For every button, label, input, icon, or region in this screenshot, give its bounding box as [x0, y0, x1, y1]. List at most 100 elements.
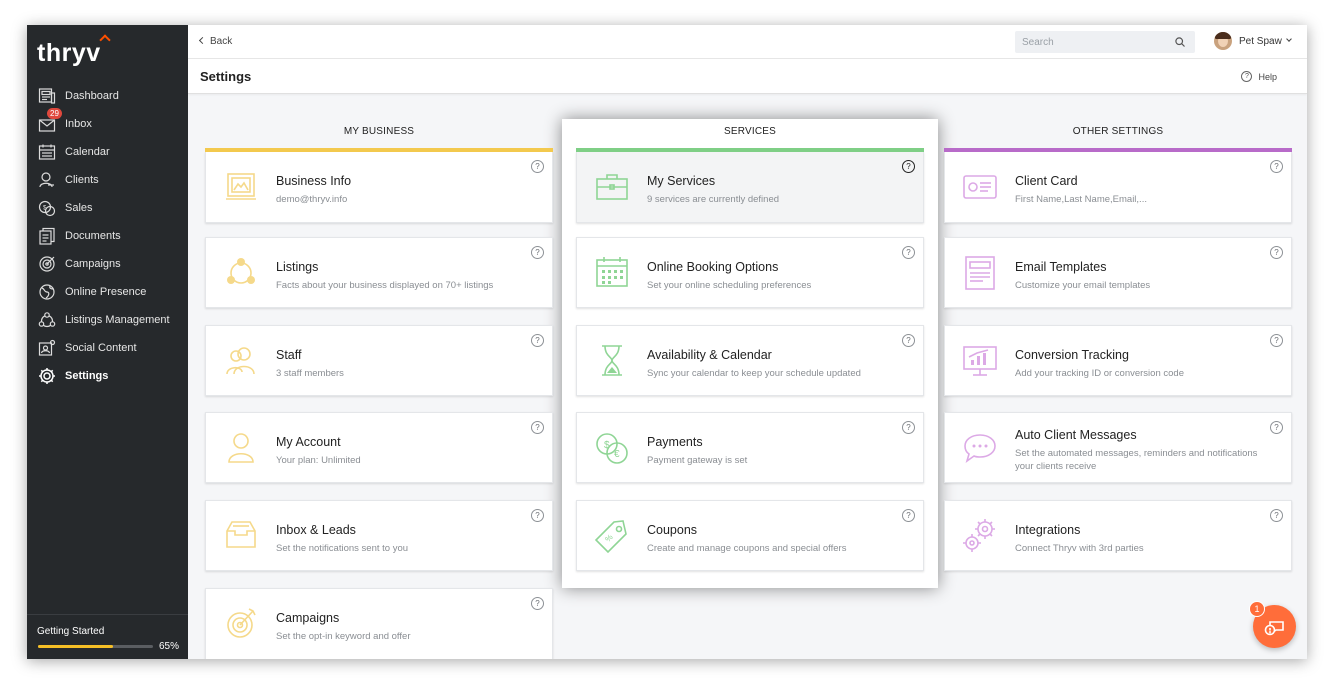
sidebar-item-label: Settings	[65, 370, 109, 382]
settings-card-integrations[interactable]: Integrations Connect Thryv with 3rd parti…	[944, 500, 1292, 571]
settings-card-coupons[interactable]: % Coupons Create and manage coupons and sp…	[576, 500, 924, 571]
card-description: Set the automated messages, reminders an…	[1015, 448, 1258, 472]
sidebar-item-settings[interactable]: Settings	[27, 362, 188, 390]
help-question-icon[interactable]: ?	[531, 160, 544, 173]
help-question-icon[interactable]: ?	[902, 246, 915, 259]
settings-card-my-account[interactable]: My Account Your plan: Unlimited?	[205, 412, 553, 483]
help-question-icon[interactable]: ?	[531, 421, 544, 434]
settings-card-payments[interactable]: $ € Payments Payment gateway is set?	[576, 412, 924, 483]
help-question-icon[interactable]: ?	[1270, 160, 1283, 173]
sidebar-item-listings-management[interactable]: Listings Management	[27, 306, 188, 334]
top-bar: Back Pet Spaw	[188, 25, 1307, 59]
help-question-icon[interactable]: ?	[1270, 509, 1283, 522]
chevron-left-icon	[198, 36, 207, 45]
settings-card-online-booking-options[interactable]: Online Booking Options Set your online sc…	[576, 237, 924, 308]
user-menu[interactable]: Pet Spaw	[1214, 32, 1292, 50]
page-header: Settings ? Help	[188, 59, 1307, 94]
card-title: Client Card	[1015, 174, 1078, 188]
help-question-icon[interactable]: ?	[902, 421, 915, 434]
card-description: Set the notifications sent to you	[276, 543, 409, 554]
sidebar-item-label: Documents	[65, 230, 121, 242]
sidebar-item-label: Online Presence	[65, 286, 147, 298]
settings-card-availability-calendar[interactable]: Availability & Calendar Sync your calenda…	[576, 325, 924, 396]
card-description: Sync your calendar to keep your schedule…	[647, 368, 861, 379]
inbox-icon: 29	[37, 108, 62, 134]
settings-card-business-info[interactable]: Business Info demo@thryv.info?	[205, 148, 553, 223]
account-icon	[221, 430, 261, 466]
settings-card-client-card[interactable]: Client Card First Name,Last Name,Email,..…	[944, 148, 1292, 223]
help-question-icon[interactable]: ?	[531, 334, 544, 347]
getting-started-progress-bar	[38, 645, 153, 648]
card-title: My Account	[276, 435, 341, 449]
help-question-icon[interactable]: ?	[1270, 246, 1283, 259]
help-question-icon[interactable]: ?	[902, 334, 915, 347]
documents-icon	[37, 226, 57, 246]
calendar-grid-icon	[592, 255, 632, 291]
card-title: Auto Client Messages	[1015, 428, 1137, 442]
column-heading-services: SERVICES	[724, 126, 776, 137]
settings-card-conversion-tracking[interactable]: Conversion Tracking Add your tracking ID …	[944, 325, 1292, 396]
settings-card-auto-client-messages[interactable]: Auto Client Messages Set the automated me…	[944, 412, 1292, 483]
chevron-down-icon	[1285, 36, 1292, 42]
help-question-icon[interactable]: ?	[531, 597, 544, 610]
getting-started-percent: 65%	[158, 641, 179, 652]
sidebar-item-campaigns[interactable]: Campaigns	[27, 250, 188, 278]
sidebar-item-sales[interactable]: $ Sales	[27, 194, 188, 222]
help-question-icon[interactable]: ?	[531, 509, 544, 522]
card-title: Business Info	[276, 174, 352, 188]
card-description: Set your online scheduling preferences	[647, 280, 812, 291]
card-title: Conversion Tracking	[1015, 348, 1129, 362]
card-description: Payment gateway is set	[647, 455, 748, 466]
sidebar-item-online-presence[interactable]: Online Presence	[27, 278, 188, 306]
coins-icon: $ €	[592, 430, 632, 466]
sidebar-item-clients[interactable]: Clients	[27, 166, 188, 194]
coupon-tag-icon: %	[592, 518, 632, 554]
back-button[interactable]: Back	[198, 36, 232, 47]
chat-notification-badge: 1	[1249, 601, 1265, 617]
card-title: Integrations	[1015, 523, 1081, 537]
campaigns-icon	[37, 254, 57, 274]
help-question-icon[interactable]: ?	[1270, 334, 1283, 347]
avatar	[1214, 32, 1232, 50]
search-icon[interactable]	[1175, 37, 1185, 47]
settings-card-inbox-leads[interactable]: Inbox & Leads Set the notifications sent …	[205, 500, 553, 571]
sidebar-nav: Dashboard 29 Inbox Calendar Clients $ Sa…	[27, 82, 188, 390]
card-description: Set the opt-in keyword and offer	[276, 631, 411, 642]
getting-started-label: Getting Started	[37, 626, 105, 637]
staff-icon	[221, 343, 261, 379]
help-question-icon[interactable]: ?	[531, 246, 544, 259]
thryv-logo[interactable]: thryv	[37, 34, 111, 68]
briefcase-icon	[592, 169, 632, 205]
help-question-icon[interactable]: ?	[902, 509, 915, 522]
search-input[interactable]	[1015, 31, 1195, 53]
help-button[interactable]: ? Help	[1241, 71, 1277, 82]
getting-started-progress-fill	[38, 645, 113, 648]
sidebar-item-dashboard[interactable]: Dashboard	[27, 82, 188, 110]
card-title: Availability & Calendar	[647, 348, 772, 362]
getting-started-panel[interactable]: Getting Started 65%	[27, 614, 188, 659]
hourglass-icon	[592, 343, 632, 379]
sidebar-item-documents[interactable]: Documents	[27, 222, 188, 250]
card-description: 3 staff members	[276, 368, 344, 379]
sidebar-item-inbox[interactable]: 29 Inbox	[27, 108, 188, 138]
column-accent-bar	[944, 148, 1292, 152]
settings-card-staff[interactable]: Staff 3 staff members?	[205, 325, 553, 396]
user-name: Pet Spaw	[1239, 35, 1282, 47]
settings-card-email-templates[interactable]: Email Templates Customize your email temp…	[944, 237, 1292, 308]
help-question-icon[interactable]: ?	[1270, 421, 1283, 434]
listings-icon	[37, 310, 57, 330]
client-card-icon	[960, 169, 1000, 205]
clients-icon	[37, 170, 57, 190]
sidebar-item-calendar[interactable]: Calendar	[27, 138, 188, 166]
settings-card-listings[interactable]: Listings Facts about your business displa…	[205, 237, 553, 308]
settings-card-campaigns[interactable]: Campaigns Set the opt-in keyword and offe…	[205, 588, 553, 659]
column-accent-bar	[205, 148, 553, 152]
card-title: Listings	[276, 260, 319, 274]
chat-icon	[1264, 620, 1284, 635]
sidebar-item-label: Clients	[65, 174, 99, 186]
settings-card-my-services[interactable]: My Services 9 services are currently defi…	[576, 148, 924, 223]
help-question-icon[interactable]: ?	[902, 160, 915, 173]
page-title: Settings	[200, 69, 252, 84]
sidebar-item-social-content[interactable]: Social Content	[27, 334, 188, 362]
card-title: Coupons	[647, 523, 698, 537]
